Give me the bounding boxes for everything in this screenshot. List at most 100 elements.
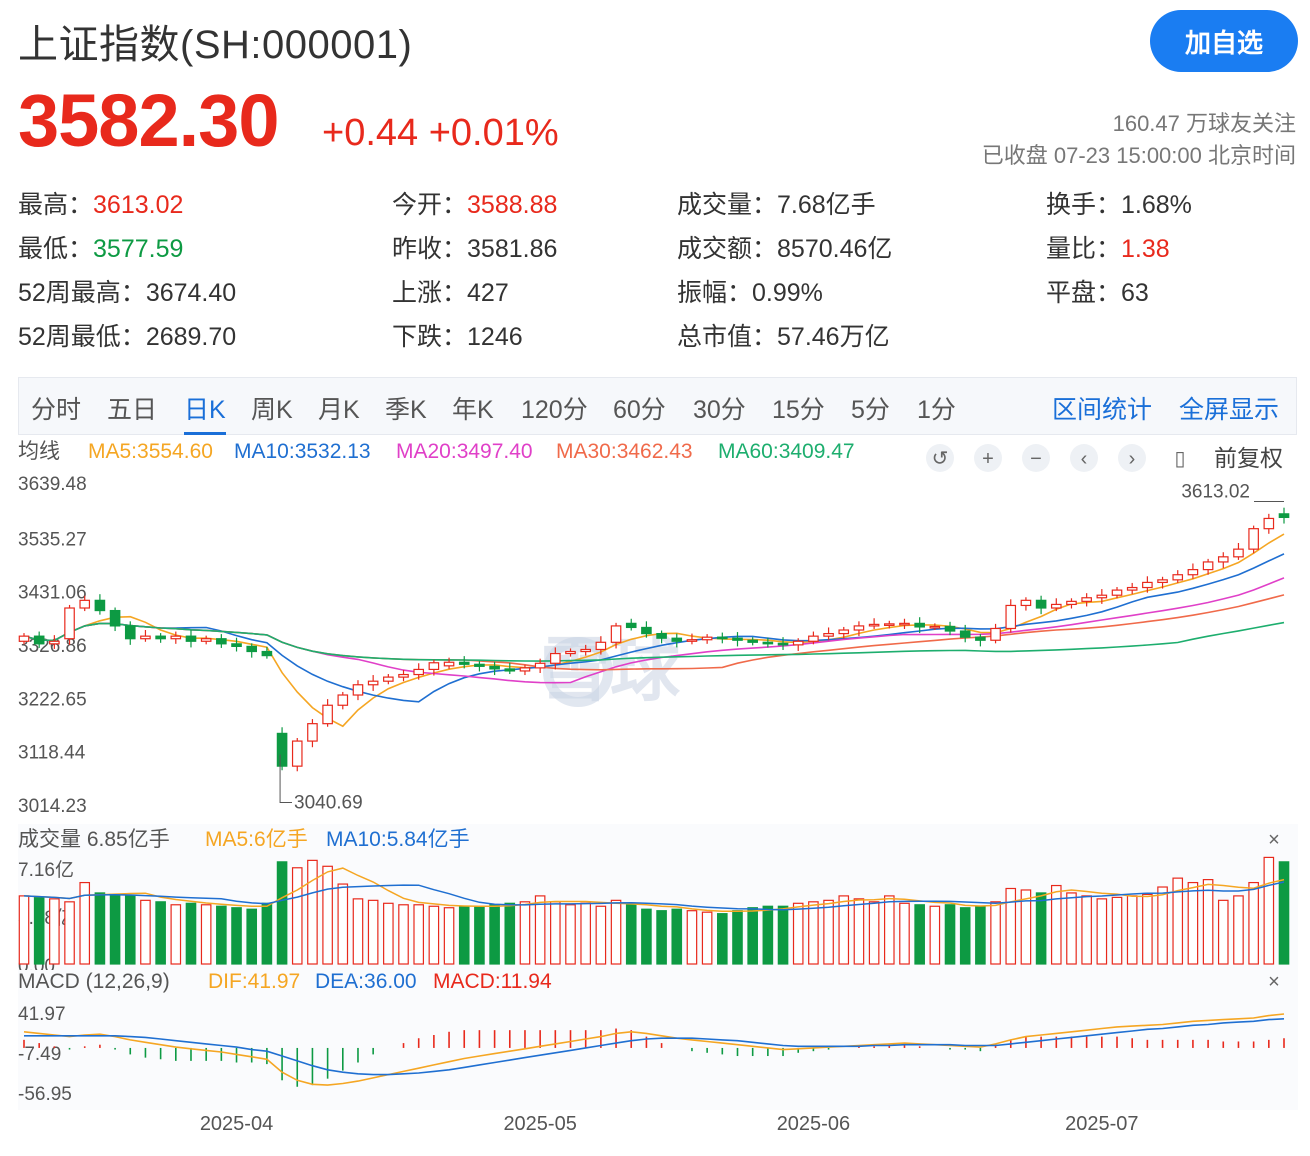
candle-body [610, 625, 622, 643]
current-price: 3582.30 [18, 79, 279, 162]
stat-value: 3588.88 [467, 191, 558, 219]
volume-bar [291, 867, 303, 965]
candle-body [200, 638, 212, 642]
volume-bar [899, 902, 910, 965]
stock-chart[interactable]: 雪球均线 MA5:3554.60 MA10:3532.13 MA20:3497.40 M… [0, 436, 1310, 1156]
price-y-tick: 3639.48 [18, 474, 87, 495]
volume-bar [1096, 898, 1108, 965]
stat-label: 量比： [1046, 235, 1122, 263]
stat-label: 52周最高： [18, 279, 146, 307]
stat-label: 平盘： [1046, 279, 1122, 307]
stat-value: 1.68% [1121, 191, 1192, 219]
volume-bar [717, 913, 728, 965]
candle-body [458, 661, 470, 665]
stat-label: 上涨： [392, 279, 468, 307]
zoom-out-icon[interactable]: − [1022, 444, 1050, 472]
candle-body [170, 635, 182, 640]
tab-period[interactable]: 周K [251, 390, 293, 426]
tab-period[interactable]: 年K [452, 390, 494, 426]
candle-body [1202, 561, 1214, 571]
candle-body [944, 625, 956, 632]
candle-body [838, 629, 850, 635]
volume-bar [625, 904, 637, 965]
candle-body [1157, 579, 1168, 584]
volume-bar [929, 905, 941, 965]
volume-bar [1005, 887, 1017, 965]
stat-value: 3613.02 [93, 191, 184, 219]
stat-item: 成交额：8570.46亿 [677, 229, 892, 265]
tab-period[interactable]: 分时 [31, 390, 81, 426]
stat-value: 3674.40 [145, 279, 237, 307]
fullscreen-link[interactable]: 全屏显示 [1179, 390, 1279, 426]
price-change: +0.44 +0.01% [322, 112, 559, 154]
candle-body [1050, 603, 1062, 609]
close-macd-panel-icon[interactable]: × [1268, 971, 1280, 993]
volume-bar [276, 861, 288, 965]
stat-label: 总市值： [677, 323, 778, 351]
candle-body [18, 635, 30, 642]
volume-bar [352, 898, 364, 965]
ma-legend-ma30: MA30:3462.43 [556, 440, 693, 463]
candle-body [899, 622, 910, 626]
zoom-in-icon-glyph: + [982, 448, 994, 470]
range-stats-link[interactable]: 区间统计 [1052, 390, 1152, 426]
candle-body [185, 635, 197, 642]
tab-period[interactable]: 日K [184, 390, 226, 435]
volume-bar [443, 907, 455, 965]
tab-period[interactable]: 五日 [107, 390, 157, 426]
candle-body [1248, 528, 1259, 550]
candle-body [474, 663, 485, 667]
add-to-watchlist-button[interactable]: 加自选 [1150, 10, 1298, 72]
candle-body [792, 640, 804, 646]
volume-bar [519, 901, 531, 965]
candle-body [124, 625, 136, 640]
tab-period[interactable]: 月K [318, 390, 360, 426]
volume-bar [975, 905, 986, 965]
macd-legend-title: MACD (12,26,9) [18, 970, 170, 993]
zoom-in-icon[interactable]: + [974, 444, 1002, 472]
candle-body [413, 668, 425, 676]
tab-period[interactable]: 60分 [613, 390, 666, 426]
undo-icon[interactable]: ↺ [926, 444, 954, 472]
tab-period[interactable]: 5分 [851, 390, 890, 426]
ma-legend-title: 均线 [18, 440, 60, 463]
adjust-toggle[interactable]: 前复权 [1214, 445, 1283, 471]
volume-legend-ma10: MA10:5.84亿手 [326, 828, 470, 851]
candle-body [883, 623, 895, 626]
volume-bar [307, 859, 318, 965]
candle-body [1172, 574, 1184, 581]
candle-body [352, 684, 364, 696]
volume-bar [246, 908, 258, 965]
volume-bar [944, 904, 956, 965]
candle-body [550, 652, 561, 664]
pan-right-icon[interactable]: › [1118, 444, 1146, 472]
candle-body [337, 694, 349, 706]
tab-period[interactable]: 15分 [772, 390, 825, 426]
pan-left-icon[interactable]: ‹ [1070, 444, 1098, 472]
volume-bar [33, 896, 45, 965]
stat-value: 2689.70 [145, 323, 237, 351]
candle-body [625, 622, 637, 629]
candle-style-icon[interactable]: ▯ [1166, 444, 1194, 472]
volume-bar [1187, 881, 1199, 965]
volume-bar [656, 910, 667, 965]
stat-label: 昨收： [392, 235, 468, 263]
candle-body [1126, 586, 1138, 591]
volume-bar [489, 904, 500, 965]
price-y-tick: 3118.44 [18, 743, 86, 764]
candle-body [808, 635, 819, 642]
tab-period[interactable]: 30分 [693, 390, 746, 426]
volume-bar [18, 895, 30, 965]
tab-period[interactable]: 120分 [521, 390, 588, 426]
candle-body [367, 680, 379, 686]
close-volume-panel-icon[interactable]: × [1268, 829, 1280, 851]
candle-body [1187, 569, 1199, 576]
tab-period[interactable]: 1分 [917, 390, 956, 426]
pan-left-icon-glyph: ‹ [1081, 448, 1088, 470]
candle-body [49, 640, 60, 645]
stat-label: 下跌： [392, 323, 468, 351]
candle-body [701, 636, 713, 641]
volume-bar [1111, 896, 1123, 965]
candle-body [1096, 594, 1108, 599]
tab-period[interactable]: 季K [385, 390, 427, 426]
